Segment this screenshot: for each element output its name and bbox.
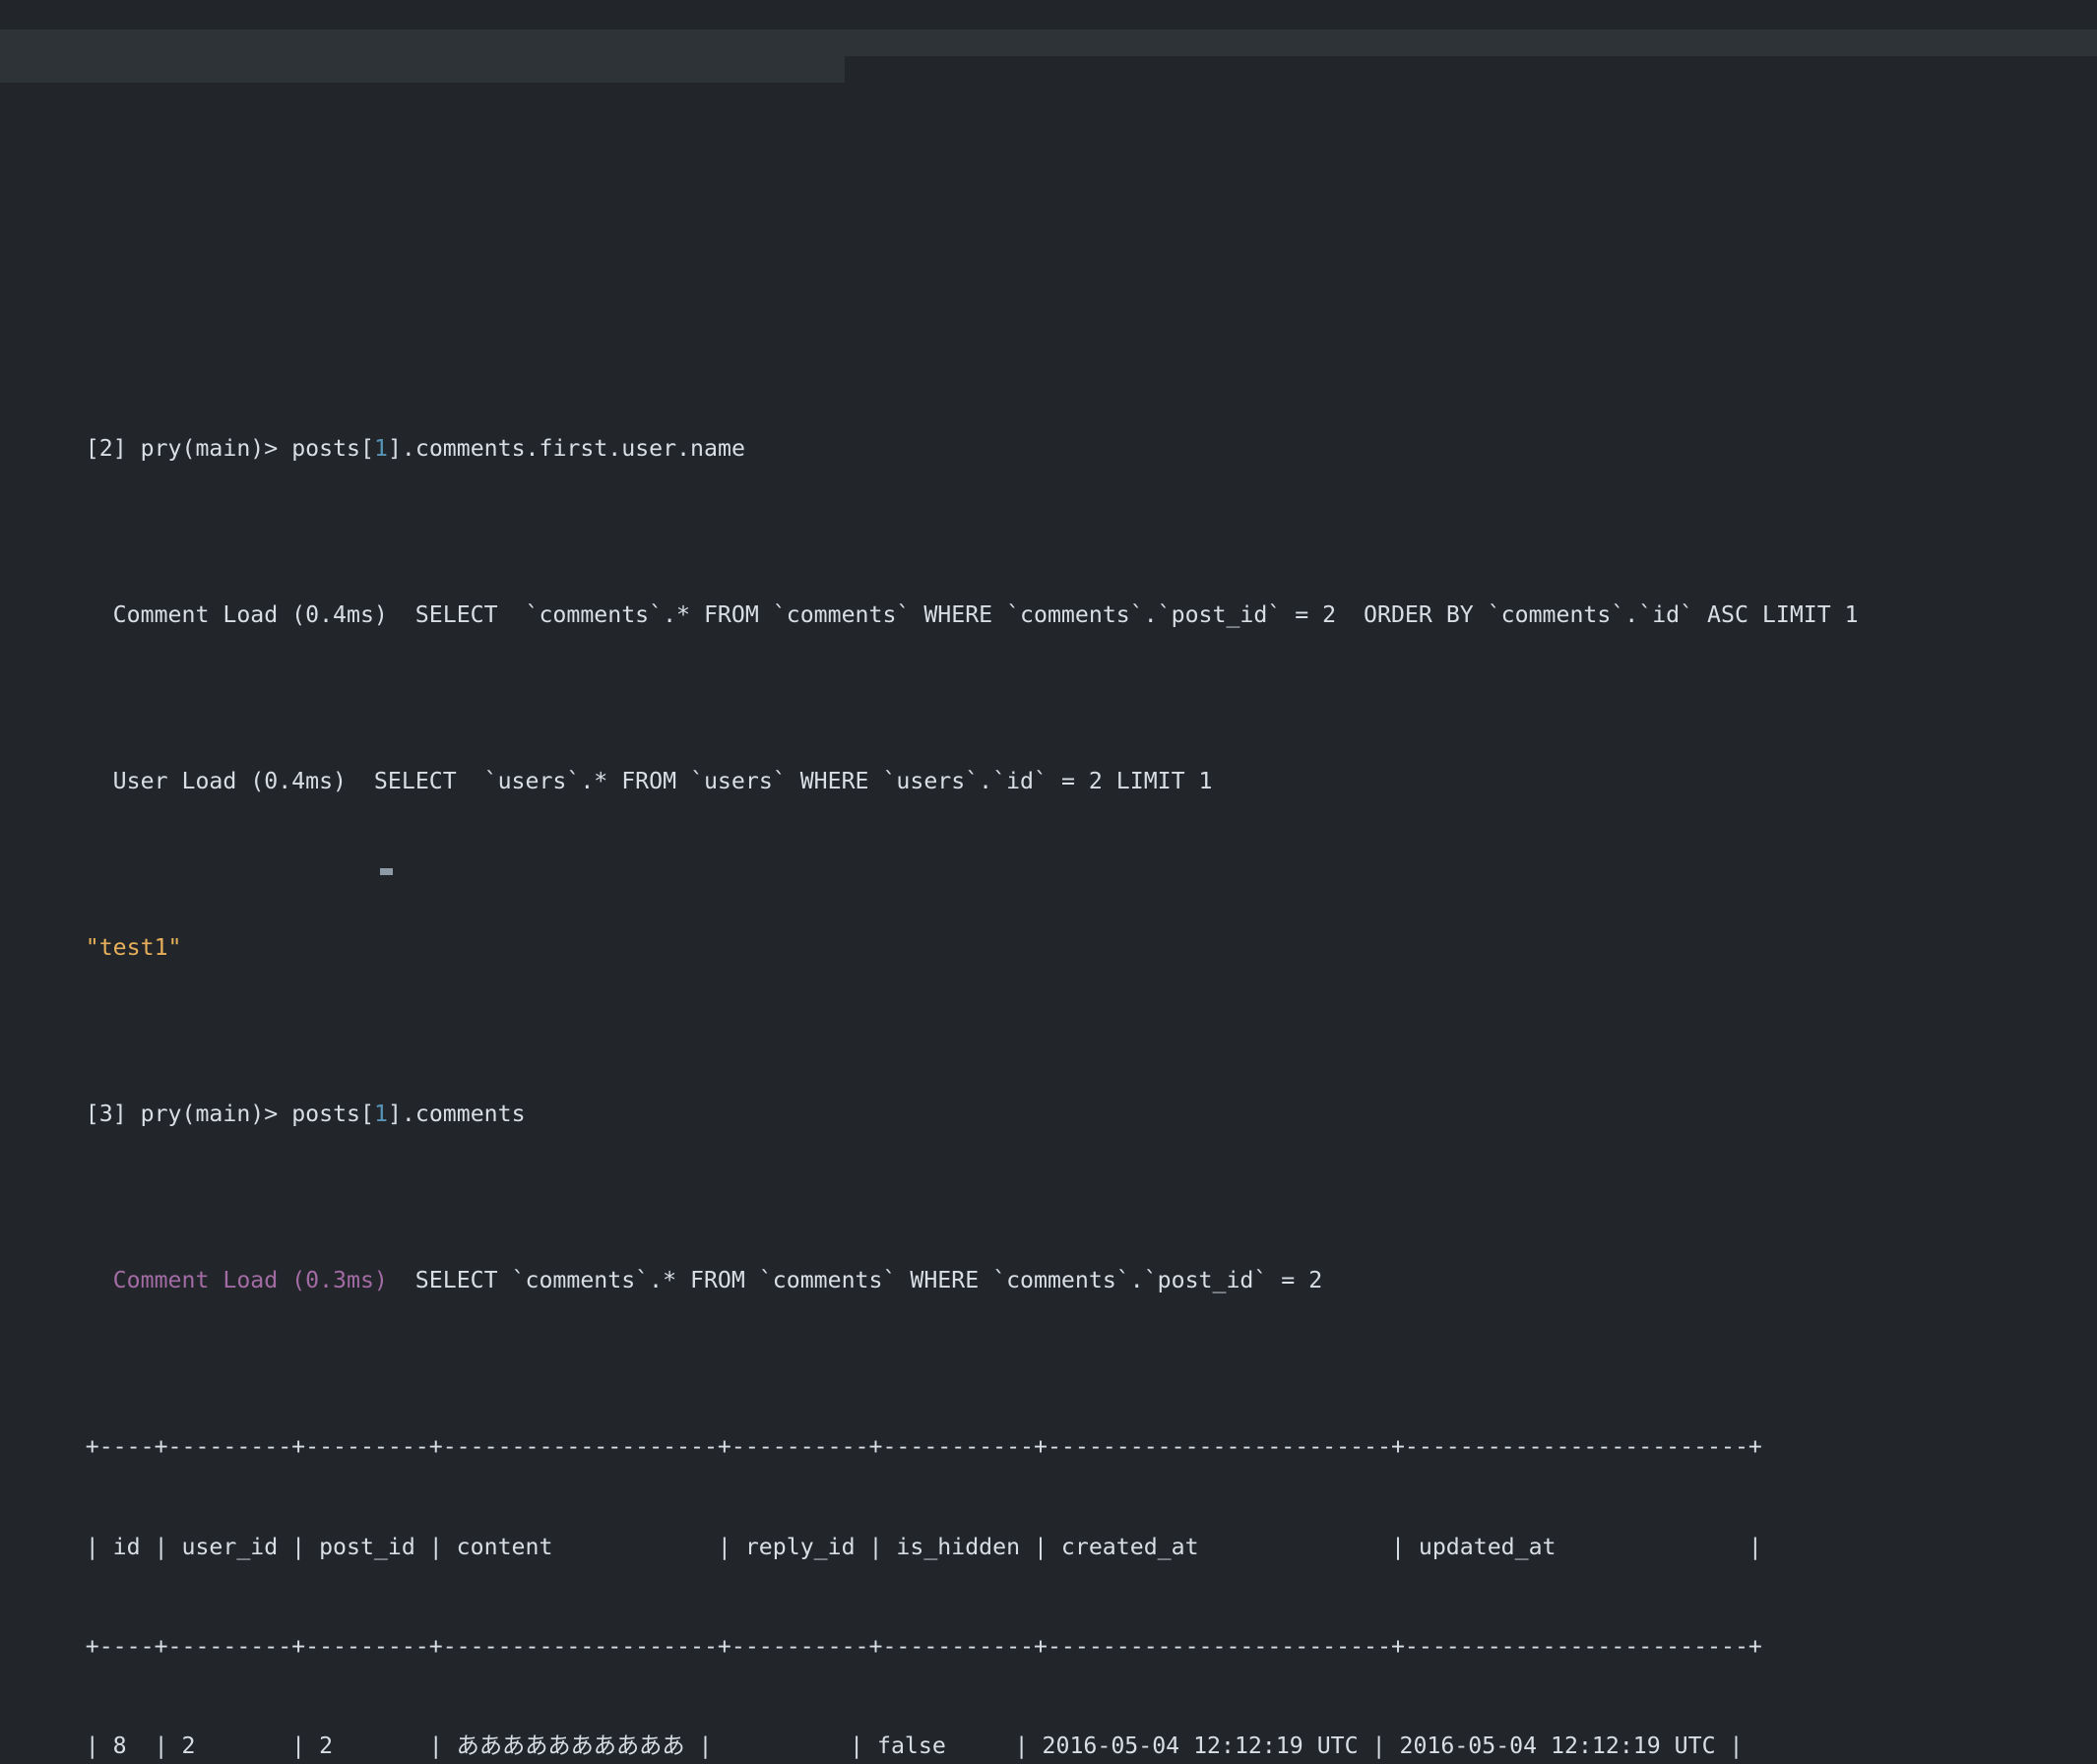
prompt-index-number: 3	[98, 1101, 113, 1128]
comments-table-header-row: | id | user_id | post_id | content | rep…	[0, 1497, 2097, 1560]
command-text-pre: posts[	[291, 1101, 374, 1128]
sql-label: User Load (0.4ms)	[85, 768, 348, 795]
scrolled-partial-line	[0, 255, 2097, 266]
text-cursor	[380, 868, 393, 875]
table-header: | id | user_id | post_id | content | rep…	[85, 1533, 1762, 1560]
result-value: "test1"	[85, 934, 182, 962]
sql-log-comment-load-2: Comment Load (0.3ms) SELECT `comments`.*…	[0, 1230, 2097, 1293]
command-text-post: ].comments.first.user.name	[387, 435, 745, 463]
prompt-index-close: ]	[112, 1101, 127, 1128]
comments-table-separator: +----+---------+---------+--------------…	[0, 1597, 2097, 1660]
selection-highlight-line-2	[0, 30, 2097, 56]
command-text-post: ].comments	[387, 1101, 526, 1128]
sql-query: SELECT `users`.* FROM `users` WHERE `use…	[347, 768, 1213, 795]
table-row: | 8 | 2 | 2 | ああああああああああ | | false | 201…	[0, 1697, 2097, 1759]
command-text-pre: posts[	[291, 435, 374, 463]
sql-label: Comment Load (0.3ms)	[85, 1267, 388, 1294]
selection-highlight-line-3	[0, 56, 845, 83]
result-line-test1-a: "test1"	[0, 899, 2097, 961]
sql-query: SELECT `comments`.* FROM `comments` WHER…	[387, 601, 1859, 629]
sql-label: Comment Load (0.4ms)	[85, 601, 388, 629]
prompt-line-3[interactable]: [3] pry(main)> posts[1].comments	[0, 1065, 2097, 1127]
prompt-label: pry(main)>	[126, 435, 292, 463]
table-border: +----+---------+---------+--------------…	[85, 1633, 1762, 1661]
table-row-text: | 8 | 2 | 2 | ああああああああああ | | false | 201…	[85, 1732, 1744, 1760]
comments-table-border-top: +----+---------+---------+--------------…	[0, 1397, 2097, 1460]
terminal-window[interactable]: [2] pry(main)> posts[1].comments.first.u…	[0, 0, 2097, 1759]
table-border: +----+---------+---------+--------------…	[85, 1433, 1762, 1461]
prompt-index-number: 2	[98, 435, 113, 463]
sql-log-comment-load-1: Comment Load (0.4ms) SELECT `comments`.*…	[0, 566, 2097, 628]
prompt-index-open: [	[85, 1101, 99, 1128]
prompt-index-close: ]	[112, 435, 127, 463]
prompt-index-open: [	[85, 435, 99, 463]
sql-log-user-load-1: User Load (0.4ms) SELECT `users`.* FROM …	[0, 732, 2097, 794]
terminal-screen[interactable]: [2] pry(main)> posts[1].comments.first.u…	[0, 0, 2097, 1764]
sql-query: SELECT `comments`.* FROM `comments` WHER…	[387, 1267, 1323, 1294]
prompt-line-2[interactable]: [2] pry(main)> posts[1].comments.first.u…	[0, 400, 2097, 462]
command-index-literal: 1	[373, 435, 388, 463]
prompt-label: pry(main)>	[126, 1101, 292, 1128]
command-index-literal: 1	[373, 1101, 388, 1128]
